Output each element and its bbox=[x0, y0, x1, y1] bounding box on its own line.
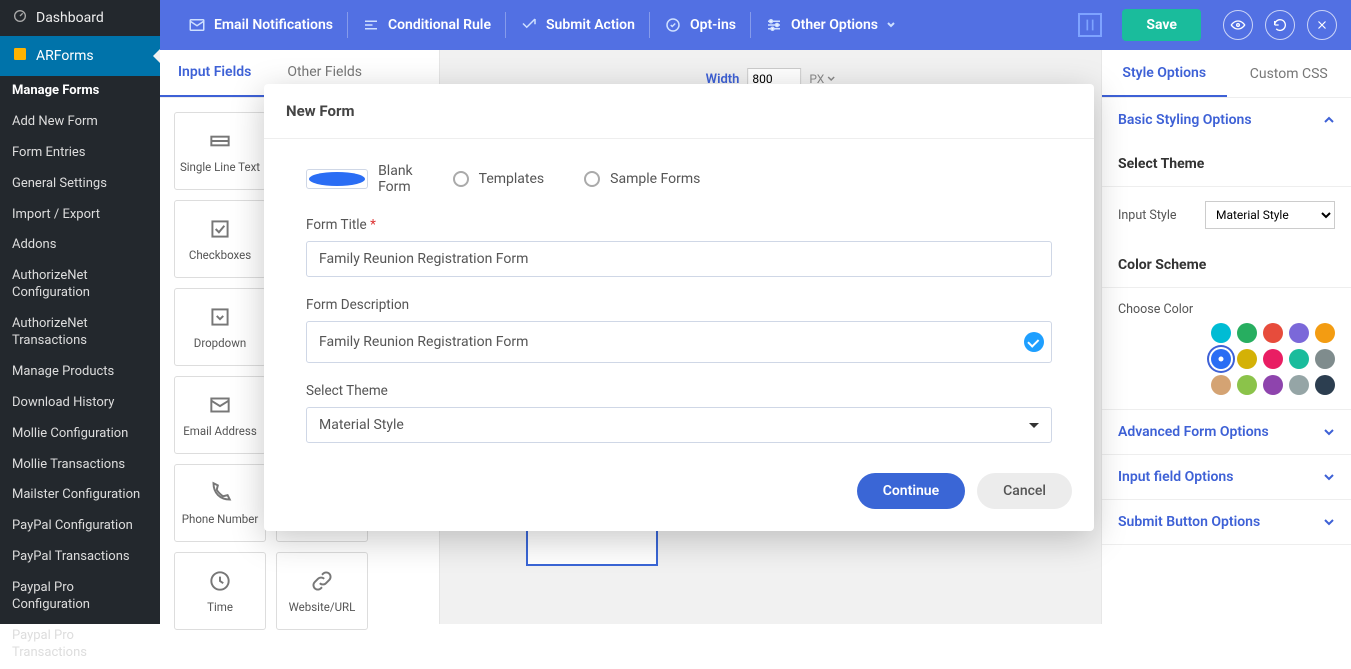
form-title-input[interactable] bbox=[306, 241, 1052, 277]
radio-icon bbox=[306, 169, 368, 189]
radio-icon bbox=[453, 171, 469, 187]
cancel-button[interactable]: Cancel bbox=[977, 473, 1072, 509]
continue-button[interactable]: Continue bbox=[857, 473, 965, 509]
radio-blank-form[interactable]: Blank Form bbox=[306, 163, 413, 195]
sidebar-item[interactable]: Paypal Pro Transactions bbox=[0, 621, 160, 669]
new-form-modal: New Form Blank Form Templates Sample Forms… bbox=[264, 84, 1094, 531]
form-description-label: Form Description bbox=[306, 297, 1052, 313]
radio-sample-forms[interactable]: Sample Forms bbox=[584, 163, 700, 195]
form-description-input[interactable] bbox=[306, 321, 1052, 363]
check-icon bbox=[1024, 332, 1044, 352]
radio-icon bbox=[584, 171, 600, 187]
select-theme-dropdown[interactable]: Material Style bbox=[306, 407, 1052, 443]
chevron-down-icon bbox=[1029, 423, 1039, 433]
modal-title: New Form bbox=[264, 84, 1094, 139]
form-title-label: Form Title * bbox=[306, 217, 1052, 233]
select-theme-label: Select Theme bbox=[306, 383, 1052, 399]
modal-overlay: New Form Blank Form Templates Sample Forms… bbox=[0, 0, 1351, 624]
radio-templates[interactable]: Templates bbox=[453, 163, 545, 195]
